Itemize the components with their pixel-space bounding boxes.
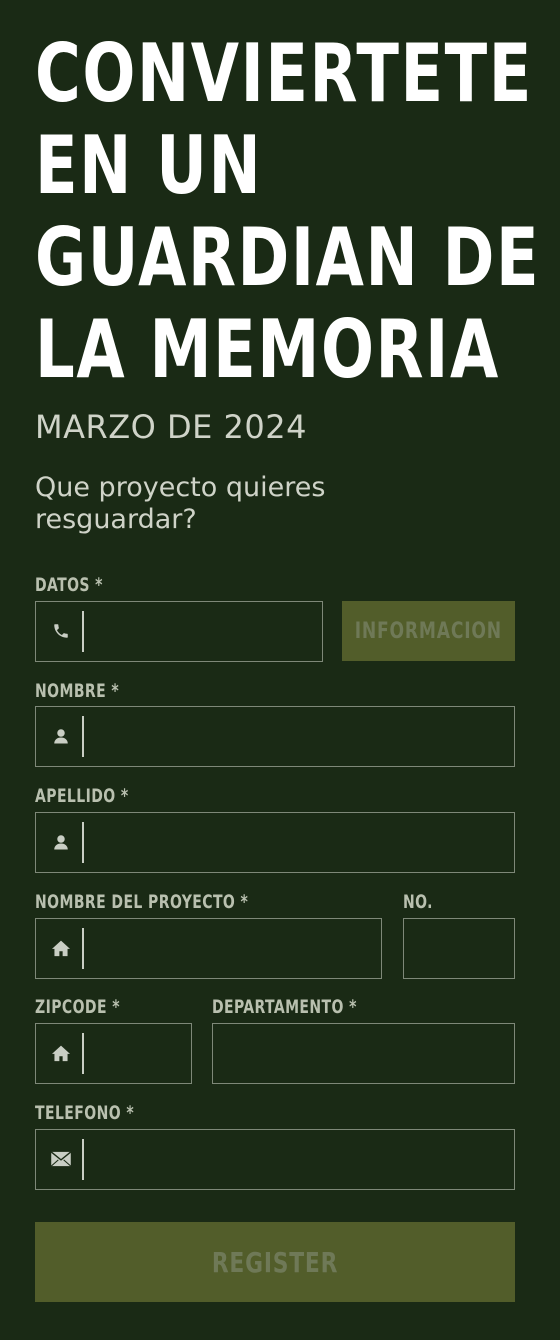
field-divider: [82, 1033, 84, 1074]
informacion-button-label: INFORMACION: [354, 618, 503, 644]
numero-field[interactable]: [403, 918, 515, 979]
nombre-proyecto-label: NOMBRE DEL PROYECTO *: [35, 891, 249, 913]
telefono-input[interactable]: [88, 1130, 514, 1189]
numero-input[interactable]: [404, 919, 514, 978]
event-date: MARZO DE 2024: [35, 408, 307, 446]
project-question: Que proyecto quieres resguardar?: [35, 472, 326, 535]
informacion-button[interactable]: INFORMACION: [342, 601, 515, 661]
field-divider: [82, 716, 84, 757]
departamento-field[interactable]: [212, 1023, 515, 1084]
numero-label: NO.: [403, 891, 433, 913]
zipcode-input[interactable]: [88, 1024, 191, 1083]
nombre-label: NOMBRE *: [35, 680, 120, 702]
headline-line-1: CONVIERTETE: [35, 27, 533, 120]
field-divider: [82, 822, 84, 863]
mail-icon: [50, 1148, 72, 1170]
field-divider: [82, 611, 84, 652]
field-divider: [82, 1139, 84, 1180]
departamento-input[interactable]: [213, 1024, 514, 1083]
phone-icon: [50, 620, 72, 642]
field-divider: [82, 928, 84, 969]
nombre-proyecto-input[interactable]: [88, 919, 381, 978]
departamento-label: DEPARTAMENTO *: [212, 996, 357, 1018]
telefono-label: TELEFONO *: [35, 1102, 135, 1124]
home-icon: [50, 1042, 72, 1064]
registration-page: CONVIERTETE EN UN GUARDIAN DE LA MEMORIA…: [0, 0, 560, 1340]
headline-line-3: GUARDIAN DE: [35, 211, 541, 304]
register-button[interactable]: REGISTER: [35, 1222, 515, 1302]
register-button-label: REGISTER: [211, 1245, 339, 1279]
user-icon: [50, 831, 72, 853]
page-title: CONVIERTETE EN UN GUARDIAN DE LA MEMORIA: [35, 27, 541, 396]
zipcode-label: ZIPCODE *: [35, 996, 120, 1018]
zipcode-field[interactable]: [35, 1023, 192, 1084]
nombre-field[interactable]: [35, 706, 515, 767]
datos-label: DATOS *: [35, 574, 103, 596]
apellido-label: APELLIDO *: [35, 785, 129, 807]
apellido-field[interactable]: [35, 812, 515, 873]
nombre-proyecto-field[interactable]: [35, 918, 382, 979]
headline-line-2: EN UN: [35, 119, 263, 212]
nombre-input[interactable]: [88, 707, 514, 766]
datos-input[interactable]: [88, 602, 322, 661]
datos-field[interactable]: [35, 601, 323, 662]
user-icon: [50, 725, 72, 747]
telefono-field[interactable]: [35, 1129, 515, 1190]
headline-line-4: LA MEMORIA: [35, 303, 500, 396]
apellido-input[interactable]: [88, 813, 514, 872]
home-icon: [50, 937, 72, 959]
